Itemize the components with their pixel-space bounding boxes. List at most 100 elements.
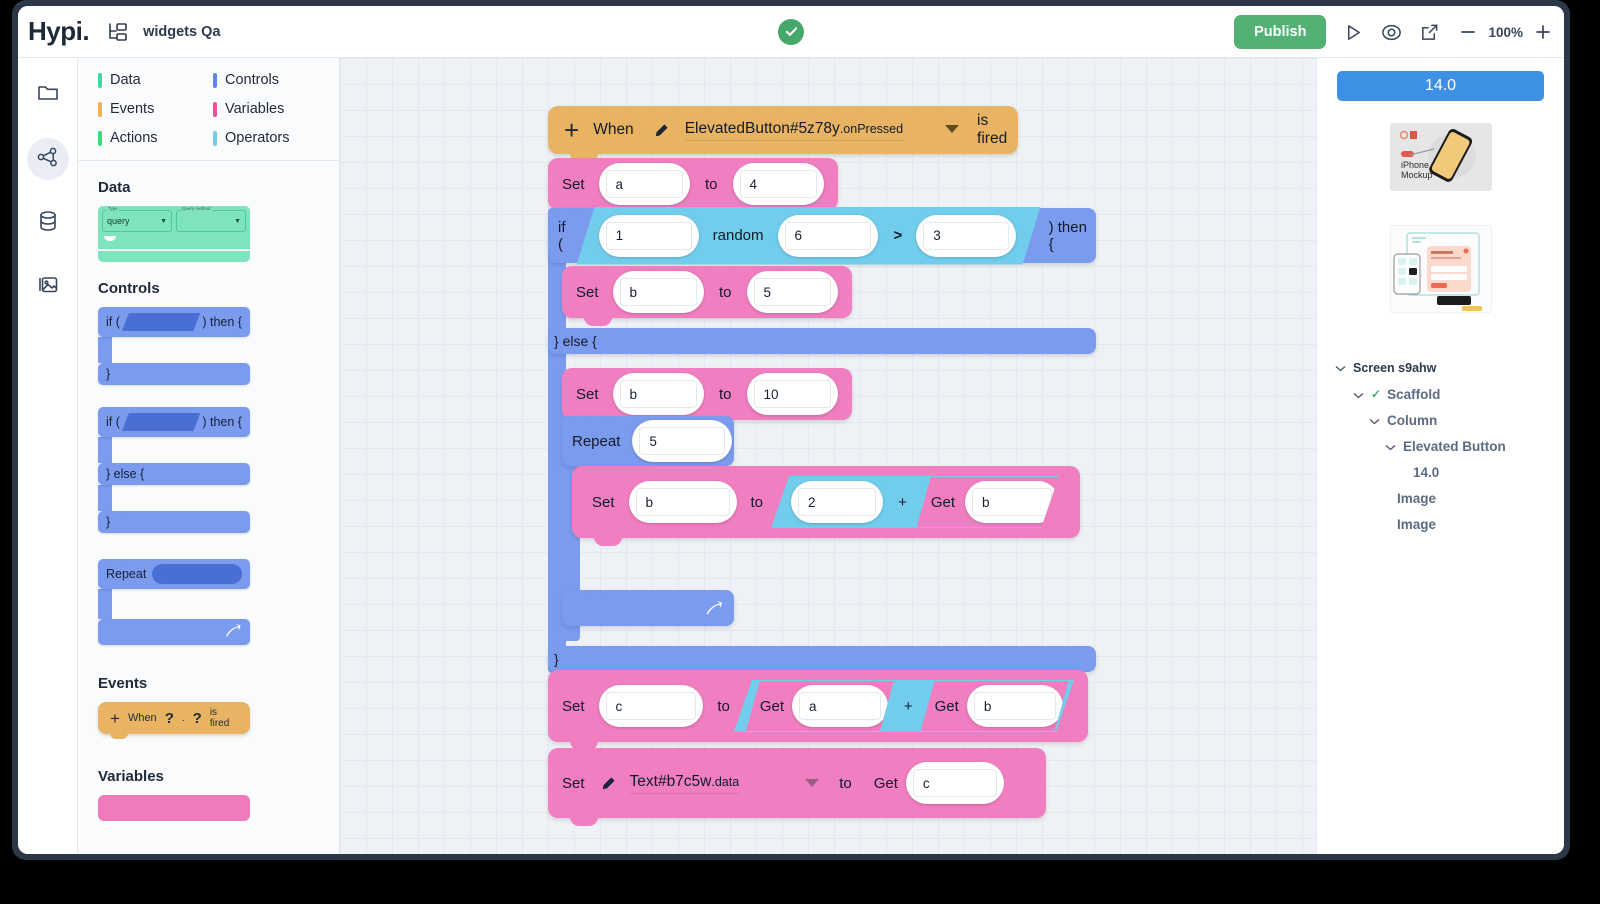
set-value-field[interactable]: 10: [746, 373, 838, 415]
rail-item-database[interactable]: [27, 202, 69, 244]
get-variable-field[interactable]: b: [965, 481, 1059, 523]
random-compare-expression[interactable]: 1 random 6 > 3: [577, 207, 1041, 265]
canvas-set-expr-block[interactable]: Set b to 2 + Get b: [572, 466, 1080, 546]
set-variable-field[interactable]: c: [598, 685, 704, 727]
tree-node-column[interactable]: Column: [1335, 407, 1564, 433]
publish-button[interactable]: Publish: [1234, 15, 1327, 49]
check-icon: ✓: [1371, 387, 1382, 401]
add-icon[interactable]: +: [564, 117, 579, 143]
tree-node-image-2[interactable]: Image: [1335, 511, 1564, 537]
iphone-mockup-thumbnail[interactable]: iPhone Mockup: [1389, 123, 1492, 191]
get-variable-block[interactable]: Get b: [917, 477, 1059, 527]
repeat-block-footer[interactable]: [562, 590, 734, 626]
palette-block-when[interactable]: + When ? . ? is fired: [98, 702, 339, 739]
chevron-down-icon[interactable]: [805, 778, 820, 788]
condition-slot[interactable]: [122, 413, 200, 431]
chevron-down-icon[interactable]: [1335, 361, 1347, 375]
canvas-if-block[interactable]: if ( 1 random 6 > 3 ) then {: [548, 208, 1096, 263]
project-tree-icon[interactable]: [107, 22, 129, 42]
get-variable-block-a[interactable]: Get a: [746, 681, 894, 731]
set-variable-field[interactable]: b: [612, 373, 704, 415]
set-value-field[interactable]: 5: [746, 271, 838, 313]
palette-category-variables[interactable]: Variables: [213, 101, 339, 117]
get-variable-field[interactable]: a: [792, 685, 888, 727]
palette-block-if-else[interactable]: if ( ) then { } else { }: [98, 407, 250, 533]
canvas-else-divider[interactable]: } else {: [548, 328, 1096, 354]
external-link-icon[interactable]: [1420, 23, 1439, 42]
palette-category-events[interactable]: Events: [98, 101, 213, 117]
canvas-set-block-b10[interactable]: Set b to 10: [562, 368, 852, 428]
random-max-field[interactable]: 6: [778, 215, 878, 257]
if-then-body-slot[interactable]: [98, 337, 250, 363]
palette-category-data[interactable]: Data: [98, 72, 213, 88]
pencil-icon[interactable]: [654, 123, 669, 138]
when-target[interactable]: ElevatedButton#5z78y.onPressed: [684, 120, 904, 141]
canvas-set-c-block[interactable]: Set c to Get a + Get b: [548, 670, 1088, 750]
compare-right-field[interactable]: 3: [916, 215, 1016, 257]
plus-icon[interactable]: [1534, 23, 1552, 41]
add-expression[interactable]: Get a + Get b: [734, 680, 1074, 732]
ui-kit-thumbnail[interactable]: [1389, 225, 1492, 313]
canvas-if-close-brace[interactable]: }: [548, 646, 1096, 672]
get-variable-block[interactable]: Get c: [862, 757, 1012, 809]
pencil-icon[interactable]: [601, 776, 616, 791]
block-notch: [110, 407, 126, 412]
repeat-count-field[interactable]: 5: [632, 420, 733, 462]
repeat-count-slot[interactable]: [152, 564, 242, 584]
plus-operator-label: +: [898, 493, 907, 511]
tree-node-image-1[interactable]: Image: [1335, 485, 1564, 511]
query-type-field[interactable]: Type query ▼: [102, 206, 172, 232]
canvas-repeat-block[interactable]: Repeat 5: [562, 416, 734, 466]
version-badge[interactable]: 14.0: [1337, 71, 1544, 101]
if-branch-slot[interactable]: [98, 437, 250, 463]
get-variable-block-b[interactable]: Get b: [921, 681, 1069, 731]
tree-node-button-text[interactable]: 14.0: [1335, 459, 1564, 485]
else-branch-slot[interactable]: [98, 485, 250, 511]
widget-target[interactable]: Text#b7c5w.data: [629, 773, 740, 794]
project-name[interactable]: widgets Qa: [143, 24, 220, 40]
canvas-set-block-b5[interactable]: Set b to 5: [562, 266, 852, 326]
chevron-down-icon[interactable]: [1385, 439, 1397, 454]
random-min-field[interactable]: 1: [599, 215, 699, 257]
rail-item-blocks[interactable]: [26, 138, 69, 180]
get-variable-field[interactable]: c: [906, 762, 1004, 804]
blocks-canvas[interactable]: + When ElevatedButton#5z78y.onPressed is…: [340, 58, 1316, 854]
canvas-set-block-a[interactable]: Set a to 4: [548, 158, 838, 218]
condition-slot[interactable]: [122, 313, 200, 331]
set-variable-field[interactable]: a: [598, 163, 690, 205]
chevron-down-icon[interactable]: [1353, 387, 1365, 402]
check-circle-icon[interactable]: [778, 18, 804, 45]
addend-left-field[interactable]: 2: [791, 481, 883, 523]
play-icon[interactable]: [1344, 23, 1363, 42]
query-method-field[interactable]: Query method ▼: [176, 206, 246, 232]
tree-node-elevated-button[interactable]: Elevated Button: [1335, 433, 1564, 459]
canvas-when-block[interactable]: + When ElevatedButton#5z78y.onPressed is…: [548, 106, 1018, 162]
chevron-down-icon[interactable]: [1369, 413, 1381, 428]
set-variable-field[interactable]: b: [612, 271, 704, 313]
repeat-body-slot[interactable]: [98, 589, 250, 619]
tree-node-screen[interactable]: Screen s9ahw: [1335, 355, 1564, 381]
add-expression[interactable]: 2 + Get b: [771, 476, 1059, 528]
svg-text:iPhone: iPhone: [1401, 160, 1429, 170]
palette-block-variable[interactable]: [98, 795, 339, 821]
palette-block-repeat[interactable]: Repeat: [98, 559, 250, 645]
palette-category-operators[interactable]: Operators: [213, 130, 339, 146]
palette-block-query[interactable]: Type query ▼ Query method ▼: [98, 206, 339, 262]
set-value-field[interactable]: 4: [732, 163, 824, 205]
rail-item-media[interactable]: [27, 266, 69, 308]
add-icon[interactable]: +: [110, 710, 120, 727]
palette-category-actions[interactable]: Actions: [98, 130, 213, 146]
canvas-set-widget-block[interactable]: Set Text#b7c5w.data to Get c: [548, 748, 1046, 826]
minus-icon[interactable]: [1459, 23, 1477, 41]
when-target-placeholder[interactable]: ?: [165, 710, 174, 727]
get-variable-field[interactable]: b: [967, 685, 1063, 727]
palette-category-controls[interactable]: Controls: [213, 72, 339, 88]
tree-node-scaffold[interactable]: ✓ Scaffold: [1335, 381, 1564, 407]
when-event-placeholder[interactable]: ?: [193, 710, 202, 727]
eye-icon[interactable]: [1381, 22, 1402, 43]
set-variable-field[interactable]: b: [628, 481, 737, 523]
rail-item-folder[interactable]: [27, 74, 69, 116]
category-label: Operators: [225, 130, 290, 146]
chevron-down-icon[interactable]: [945, 121, 960, 139]
palette-block-if-then[interactable]: if ( ) then { }: [98, 307, 250, 385]
